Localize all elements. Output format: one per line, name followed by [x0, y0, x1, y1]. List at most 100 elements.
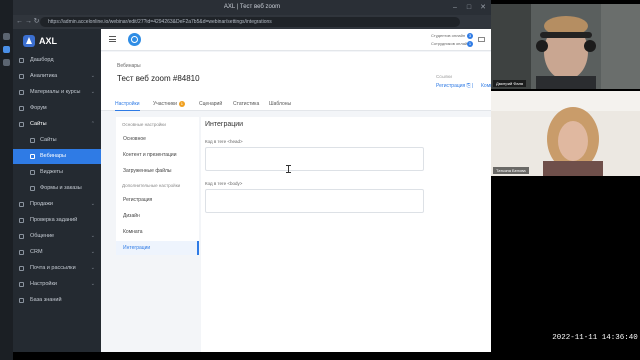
page-title: Тест веб zoom #84810 — [117, 74, 200, 83]
sidebar-item-review[interactable]: Проверка заданий — [13, 213, 101, 228]
chevron-down-icon: ⌄ — [90, 89, 95, 95]
sidebar-item-materials[interactable]: Материалы и курсы ⌄ — [13, 85, 101, 100]
sidebar-item-sites[interactable]: Сайты ⌃ — [13, 117, 101, 132]
logo-text: AXL — [39, 36, 57, 46]
tab-templates[interactable]: Шаблоны — [269, 97, 291, 111]
students-online: Студентов онлайн — [431, 33, 481, 38]
integrations-title: Интеграции — [205, 121, 244, 128]
logo-icon — [23, 35, 35, 47]
settings-item-room[interactable]: Комната — [116, 225, 199, 239]
maximize-icon[interactable]: □ — [463, 0, 475, 15]
sidebar-item-knowledge[interactable]: База знаний — [13, 293, 101, 308]
participant-name: Татьяна Белова — [493, 167, 529, 174]
tab-statistics[interactable]: Статистика — [233, 97, 259, 111]
participants-count-badge: 1 — [178, 100, 185, 107]
page-header: Вебинары Тест веб zoom #84810 Ссылки Рег… — [101, 52, 506, 97]
chevron-down-icon: ⌄ — [90, 233, 95, 239]
tab-scenario[interactable]: Сценарий — [199, 97, 222, 111]
chevron-down-icon: ⌄ — [90, 281, 95, 287]
students-online-label: Студентов онлайн — [431, 33, 466, 38]
tab-participants[interactable]: Участники 1 — [153, 97, 185, 111]
sidebar-item-analytics[interactable]: Аналитика ⌄ — [13, 69, 101, 84]
body-code-label: Код в теге <body> — [205, 181, 243, 186]
chevron-down-icon: ⌄ — [90, 201, 95, 207]
sidebar-item-mail[interactable]: Почта и рассылки ⌄ — [13, 261, 101, 276]
settings-item-registration[interactable]: Регистрация — [116, 193, 199, 207]
sidebar-item-communication[interactable]: Общение ⌄ — [13, 229, 101, 244]
sidebar-subitem-forms[interactable]: Формы и заказы — [13, 181, 101, 196]
sidebar-item-forum[interactable]: Форум — [13, 101, 101, 116]
app-logo[interactable]: AXL — [23, 34, 57, 48]
materials-icon — [19, 90, 24, 95]
sidebar-item-dashboard[interactable]: Дашборд — [13, 53, 101, 68]
sidebar-item-crm[interactable]: CRM ⌄ — [13, 245, 101, 260]
app-sidebar: AXL Дашборд Аналитика ⌄ Материалы и курсы… — [13, 29, 101, 352]
breadcrumb[interactable]: Вебинары — [117, 63, 141, 69]
students-count-badge[interactable]: 3 — [467, 33, 473, 39]
integrations-panel: Интеграции Код в теге <head> Код в теге … — [201, 117, 491, 352]
top-bar: Студентов онлайн 3 Сотрудников онлайн 1 — [101, 29, 491, 51]
book-icon — [19, 298, 24, 303]
form-icon — [30, 186, 35, 191]
settings-item-files[interactable]: Загруженные файлы — [116, 164, 199, 178]
participant-video-feed — [491, 4, 640, 89]
head-code-label: Код в теге <head> — [205, 139, 243, 144]
staff-online-label: Сотрудников онлайн — [431, 41, 470, 46]
tab-settings[interactable]: Настройки — [115, 97, 140, 111]
basic-settings-heading: Основные настройки — [122, 122, 166, 127]
settings-item-integrations[interactable]: Интеграции — [116, 241, 199, 255]
text-cursor-icon — [286, 165, 291, 173]
settings-item-design[interactable]: Дизайн — [116, 209, 199, 223]
globe-icon — [30, 138, 35, 143]
settings-item-content[interactable]: Контент и презентации — [116, 148, 199, 162]
links-label: Ссылки — [436, 74, 452, 79]
mail-icon — [19, 266, 24, 271]
brand-icon[interactable] — [128, 33, 141, 46]
os-dock — [0, 0, 13, 360]
settings-item-basic[interactable]: Основное — [116, 132, 199, 146]
staff-online: Сотрудников онлайн — [431, 41, 481, 46]
dock-app-icon[interactable] — [3, 46, 10, 53]
browser-tab-title: AXL | Тест веб zoom — [223, 4, 281, 10]
url-field[interactable]: https://admin.accelonline.io/webinar/edi… — [40, 17, 460, 27]
sidebar-subitem-webinars[interactable]: Вебинары — [13, 149, 101, 164]
analytics-icon — [19, 74, 24, 79]
settings-nav: Основные настройки Основное Контент и пр… — [116, 117, 199, 255]
dashboard-icon — [19, 58, 24, 63]
chat-icon — [19, 234, 24, 239]
sidebar-subitem-sites[interactable]: Сайты — [13, 133, 101, 148]
sidebar-item-settings[interactable]: Настройки ⌄ — [13, 277, 101, 292]
participant-name: Дмитрий Фаля — [493, 80, 527, 87]
extra-settings-heading: Дополнительные настройки — [122, 183, 181, 188]
back-icon[interactable]: ← — [15, 15, 24, 29]
participant-video[interactable]: Татьяна Белова — [491, 91, 640, 176]
forum-icon — [19, 106, 24, 111]
staff-count-badge[interactable]: 1 — [467, 41, 473, 47]
registration-link[interactable]: Регистрация ⎘ | — [436, 83, 473, 89]
chevron-down-icon: ⌄ — [90, 73, 95, 79]
dock-app-icon[interactable] — [3, 33, 10, 40]
body-code-field[interactable] — [205, 189, 424, 213]
cart-icon — [19, 202, 24, 207]
sites-icon — [19, 122, 24, 127]
minimize-icon[interactable]: – — [449, 0, 461, 15]
tab-bar: Настройки Участники 1 Сценарий Статистика… — [101, 97, 491, 111]
recording-timestamp: 2022-11-11 14:36:40 — [552, 331, 638, 345]
participant-video[interactable]: Дмитрий Фаля — [491, 4, 640, 89]
sidebar-item-sales[interactable]: Продажи ⌄ — [13, 197, 101, 212]
chevron-down-icon: ⌄ — [90, 249, 95, 255]
main-content: Студентов онлайн 3 Сотрудников онлайн 1 … — [101, 29, 506, 352]
sidebar-subitem-widgets[interactable]: Виджеты — [13, 165, 101, 180]
crm-icon — [19, 250, 24, 255]
close-icon[interactable]: ✕ — [477, 0, 489, 15]
chevron-down-icon: ⌄ — [90, 265, 95, 271]
dock-app-icon[interactable] — [3, 59, 10, 66]
gear-icon — [19, 282, 24, 287]
browser-titlebar: AXL | Тест веб zoom – □ ✕ — [13, 0, 491, 15]
menu-icon[interactable] — [109, 36, 116, 42]
envelope-icon[interactable] — [478, 37, 485, 42]
head-code-field[interactable] — [205, 147, 424, 171]
address-bar: ← → ↻ https://admin.accelonline.io/webin… — [13, 15, 491, 29]
browser-window: AXL | Тест веб zoom – □ ✕ ← → ↻ https://… — [13, 0, 506, 352]
participant-video-feed — [491, 91, 640, 176]
